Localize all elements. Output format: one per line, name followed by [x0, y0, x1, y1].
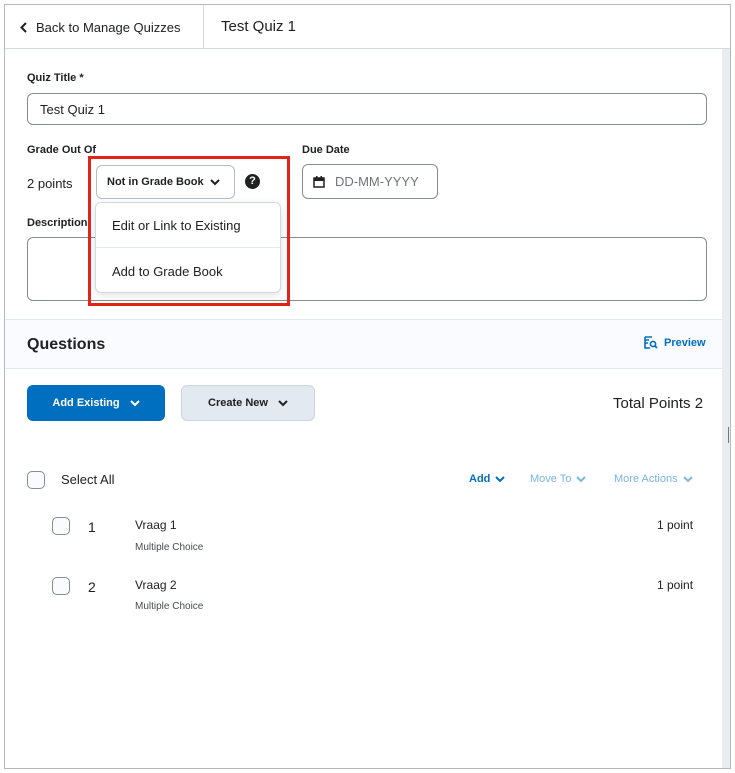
grade-points-value: 2 points: [27, 176, 73, 191]
more-actions-label: More Actions: [614, 473, 678, 485]
quiz-title-label: Quiz Title *: [27, 72, 84, 84]
question-points: 1 point: [657, 518, 694, 532]
quiz-title-input[interactable]: Test Quiz 1: [27, 93, 707, 125]
back-link-label: Back to Manage Quizzes: [36, 19, 181, 35]
add-action-label: Add: [469, 473, 491, 485]
move-to-button[interactable]: Move To: [530, 473, 587, 485]
preview-icon: [644, 336, 658, 349]
chevron-down-icon: [278, 399, 288, 406]
question-title-link[interactable]: Vraag 2: [135, 578, 177, 592]
questions-header-bar: [5, 319, 722, 369]
move-to-label: Move To: [530, 473, 572, 485]
scrollbar-track[interactable]: [722, 49, 730, 768]
top-bar: Back to Manage Quizzes Test Quiz 1: [5, 5, 730, 49]
description-label: Description: [27, 217, 88, 229]
due-date-label: Due Date: [302, 144, 350, 156]
chevron-left-icon: [20, 21, 27, 33]
chevron-down-icon: [495, 475, 506, 482]
due-date-placeholder: DD-MM-YYYY: [335, 174, 419, 189]
create-new-label: Create New: [208, 397, 268, 409]
resize-handle[interactable]: [728, 427, 730, 443]
add-existing-label: Add Existing: [52, 397, 120, 409]
preview-label: Preview: [664, 336, 706, 349]
back-to-manage-quizzes-link[interactable]: Back to Manage Quizzes: [5, 5, 204, 49]
due-date-input[interactable]: DD-MM-YYYY: [302, 164, 438, 199]
calendar-icon: [313, 175, 325, 188]
create-new-button[interactable]: Create New: [181, 385, 315, 421]
question-number: 2: [88, 579, 96, 595]
question-type: Multiple Choice: [135, 601, 204, 612]
question-title-link[interactable]: Vraag 1: [135, 518, 177, 532]
question-number: 1: [88, 519, 96, 535]
select-all-label: Select All: [61, 472, 115, 487]
chevron-down-icon: [682, 475, 693, 482]
quiz-title-value: Test Quiz 1: [40, 101, 106, 117]
add-action-button[interactable]: Add: [469, 473, 506, 485]
chevron-down-icon: [576, 475, 587, 482]
question-points: 1 point: [657, 578, 694, 592]
question-type: Multiple Choice: [135, 542, 204, 553]
question-checkbox[interactable]: [52, 517, 70, 535]
highlight-annotation: [88, 156, 290, 306]
total-points: Total Points 2: [613, 395, 704, 412]
more-actions-button[interactable]: More Actions: [614, 473, 693, 485]
select-all-checkbox[interactable]: [27, 471, 45, 489]
questions-heading: Questions: [27, 336, 106, 353]
question-checkbox[interactable]: [52, 577, 70, 595]
preview-link[interactable]: Preview: [644, 336, 706, 349]
add-existing-button[interactable]: Add Existing: [27, 385, 165, 421]
grade-out-of-label: Grade Out Of: [27, 144, 97, 156]
page-title: Test Quiz 1: [221, 18, 297, 35]
chevron-down-icon: [129, 399, 140, 406]
quiz-editor-window: Back to Manage Quizzes Test Quiz 1 Quiz …: [4, 4, 731, 769]
